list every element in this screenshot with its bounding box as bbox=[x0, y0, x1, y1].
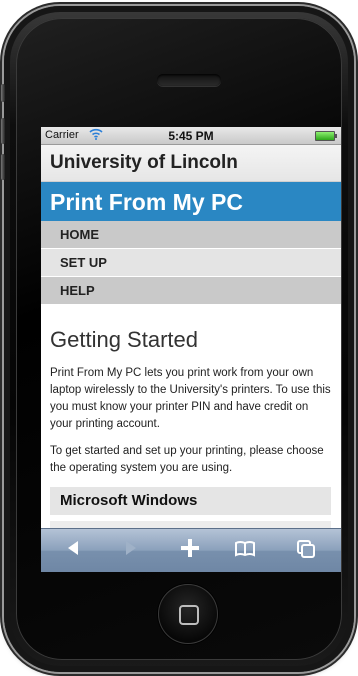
main-nav: HOME SET UP HELP bbox=[41, 221, 341, 305]
earpiece-speaker bbox=[157, 74, 221, 86]
site-title: University of Lincoln bbox=[50, 152, 238, 173]
add-icon bbox=[181, 539, 199, 557]
instructions-paragraph: To get started and set up your printing,… bbox=[50, 445, 324, 474]
browser-toolbar bbox=[41, 528, 341, 572]
intro-paragraph: Print From My PC lets you print work fro… bbox=[50, 367, 331, 430]
nav-item-home[interactable]: HOME bbox=[41, 221, 341, 249]
pages-icon bbox=[297, 540, 315, 558]
site-header: University of Lincoln bbox=[41, 145, 341, 182]
pages-button[interactable] bbox=[291, 537, 321, 563]
volume-up-button bbox=[1, 118, 5, 144]
back-button[interactable] bbox=[58, 537, 88, 563]
mute-switch bbox=[1, 84, 5, 102]
forward-button[interactable] bbox=[116, 537, 146, 563]
home-square-icon bbox=[179, 605, 199, 625]
main-content: Getting Started Print From My PC lets yo… bbox=[41, 305, 341, 535]
add-bookmark-button[interactable] bbox=[175, 537, 205, 563]
phone-screen: Carrier 5:45 PM University of Lincoln Pr… bbox=[41, 127, 341, 572]
app-banner: Print From My PC bbox=[41, 182, 341, 221]
bookmarks-button[interactable] bbox=[230, 537, 260, 563]
home-button[interactable] bbox=[158, 584, 218, 644]
back-icon bbox=[68, 541, 78, 555]
clock: 5:45 PM bbox=[168, 129, 214, 143]
forward-icon bbox=[126, 541, 136, 555]
battery-icon bbox=[315, 131, 337, 141]
nav-item-setup[interactable]: SET UP bbox=[41, 249, 341, 277]
nav-item-help[interactable]: HELP bbox=[41, 277, 341, 305]
os-option-windows[interactable]: Microsoft Windows bbox=[50, 487, 331, 515]
page-title: Print From My PC bbox=[50, 189, 243, 215]
bookmarks-icon bbox=[235, 541, 255, 557]
volume-down-button bbox=[1, 154, 5, 180]
status-bar: Carrier 5:45 PM bbox=[41, 127, 341, 145]
section-heading: Getting Started bbox=[50, 327, 198, 352]
